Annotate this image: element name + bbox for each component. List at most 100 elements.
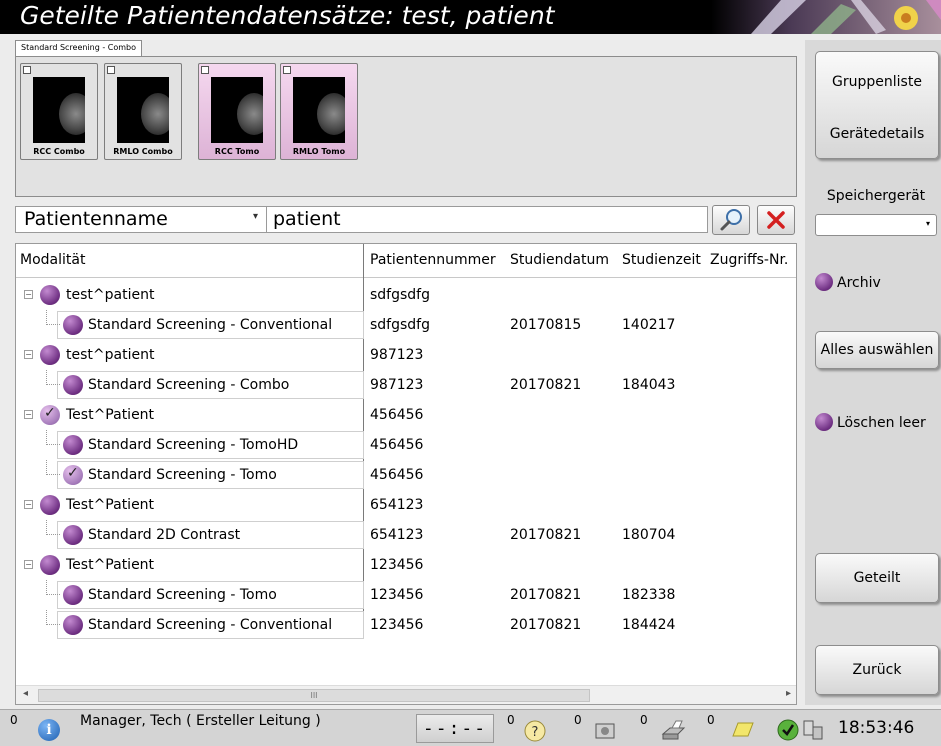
status-ball-icon[interactable] xyxy=(63,525,83,545)
status-ball-icon[interactable] xyxy=(63,315,83,335)
device-details-button[interactable]: Gerätedetails xyxy=(816,126,938,142)
mammogram-image xyxy=(117,77,169,143)
tree-collapse-icon[interactable]: − xyxy=(24,410,33,419)
study-date: 20170821 xyxy=(510,377,582,393)
status-ball-icon[interactable] xyxy=(40,495,60,515)
table-row[interactable]: Standard Screening - Combo 987123 20170821… xyxy=(16,370,796,400)
search-button[interactable] xyxy=(712,205,750,235)
thumbnail-rcc-tomo[interactable]: RCC Tomo xyxy=(198,63,276,160)
tree-collapse-icon[interactable]: − xyxy=(24,560,33,569)
patient-name: Test^Patient xyxy=(66,497,155,513)
select-all-button[interactable]: Alles auswählen xyxy=(815,331,939,369)
notes-count: 0 xyxy=(707,713,715,727)
study-date: 20170821 xyxy=(510,587,582,603)
thumbnail-rcc-combo[interactable]: RCC Combo xyxy=(20,63,98,160)
clear-search-button[interactable] xyxy=(757,205,795,235)
mammogram-image xyxy=(33,77,85,143)
table-row[interactable]: − ✓ Test^Patient 456456 xyxy=(16,400,796,430)
patient-number: 654123 xyxy=(370,497,424,513)
column-header-modality[interactable]: Modalität xyxy=(16,244,85,277)
check-status-icon[interactable] xyxy=(775,718,801,742)
patient-number: 456456 xyxy=(370,467,424,483)
table-row[interactable]: Standard 2D Contrast 654123 20170821 180704 xyxy=(16,520,796,550)
table-row[interactable]: Standard Screening - Tomo 123456 20170821 1… xyxy=(16,580,796,610)
column-header-patient-number[interactable]: Patientennummer xyxy=(366,244,496,277)
tree-collapse-icon[interactable]: − xyxy=(24,500,33,509)
status-ball-icon[interactable] xyxy=(40,345,60,365)
patient-number: 654123 xyxy=(370,527,424,543)
mammogram-image xyxy=(211,77,263,143)
scroll-right-arrow-icon[interactable]: ▸ xyxy=(786,688,791,699)
status-ball-icon[interactable] xyxy=(63,615,83,635)
tree-connector xyxy=(46,370,60,385)
horizontal-scrollbar[interactable]: ◂ III ▸ xyxy=(16,685,796,704)
status-ball-icon[interactable] xyxy=(63,375,83,395)
close-icon xyxy=(767,211,785,229)
back-button[interactable]: Zurück xyxy=(815,645,939,695)
mammogram-image xyxy=(293,77,345,143)
storage-device-label: Speichergerät xyxy=(826,188,926,204)
group-list-button[interactable]: Gruppenliste xyxy=(816,74,938,90)
study-time: 184043 xyxy=(622,377,676,393)
media-icon[interactable] xyxy=(592,718,618,742)
patient-number: sdfgsdfg xyxy=(370,287,430,303)
flower-banner-image xyxy=(711,0,941,34)
patient-number: sdfgsdfg xyxy=(370,317,430,333)
shared-button[interactable]: Geteilt xyxy=(815,553,939,603)
storage-device-select[interactable]: ▾ xyxy=(815,214,937,236)
column-header-accession-number[interactable]: Zugriffs-Nr. xyxy=(706,244,788,277)
thumbnail-checkbox[interactable] xyxy=(201,66,209,74)
search-field-select[interactable]: Patientenname ▾ xyxy=(15,206,267,233)
thumbnail-rmlo-combo[interactable]: RMLO Combo xyxy=(104,63,182,160)
thumbnail-checkbox[interactable] xyxy=(107,66,115,74)
study-date: 20170821 xyxy=(510,527,582,543)
scrollbar-thumb[interactable]: III xyxy=(38,689,590,702)
notes-icon[interactable] xyxy=(730,718,756,742)
table-row[interactable]: Standard Screening - Conventional sdfgsdf… xyxy=(16,310,796,340)
table-row[interactable]: − Test^Patient 123456 xyxy=(16,550,796,580)
status-ball-icon[interactable] xyxy=(63,435,83,455)
network-icon[interactable] xyxy=(800,718,826,742)
search-input[interactable]: patient xyxy=(266,206,708,233)
radio-icon xyxy=(815,273,833,291)
patient-name: test^patient xyxy=(66,287,155,303)
delete-empty-radio[interactable]: Löschen leer xyxy=(815,413,926,431)
info-count: 0 xyxy=(10,713,18,727)
svg-text:?: ? xyxy=(532,725,539,740)
table-row[interactable]: − Test^Patient 654123 xyxy=(16,490,796,520)
tab-study[interactable]: Standard Screening - Combo xyxy=(15,40,143,57)
study-time: 184424 xyxy=(622,617,676,633)
tree-collapse-icon[interactable]: − xyxy=(24,290,33,299)
thumbnail-checkbox[interactable] xyxy=(23,66,31,74)
status-bar: 0 i Manager, Tech ( Ersteller Leitung ) … xyxy=(0,709,941,746)
patient-number: 987123 xyxy=(370,377,424,393)
status-ball-icon[interactable] xyxy=(40,555,60,575)
archive-radio[interactable]: Archiv xyxy=(815,273,881,291)
info-icon[interactable]: i xyxy=(38,719,60,741)
printer-count: 0 xyxy=(640,713,648,727)
table-row[interactable]: − test^patient sdfgsdfg xyxy=(16,280,796,310)
help-icon[interactable]: ? xyxy=(522,718,548,742)
tree-connector xyxy=(46,430,60,445)
selected-status-icon[interactable]: ✓ xyxy=(63,465,83,485)
tree-connector xyxy=(46,460,60,475)
status-ball-icon[interactable] xyxy=(63,585,83,605)
thumbnail-rmlo-tomo[interactable]: RMLO Tomo xyxy=(280,63,358,160)
table-row[interactable]: ✓ Standard Screening - Tomo 456456 xyxy=(16,460,796,490)
column-header-study-date[interactable]: Studiendatum xyxy=(506,244,609,277)
search-field-value: Patientenname xyxy=(24,208,168,230)
printer-icon[interactable] xyxy=(660,718,686,742)
table-row[interactable]: Standard Screening - Conventional 123456 2… xyxy=(16,610,796,640)
study-name: Standard Screening - Tomo xyxy=(88,467,277,483)
tree-collapse-icon[interactable]: − xyxy=(24,350,33,359)
status-ball-icon[interactable] xyxy=(40,285,60,305)
table-row[interactable]: Standard Screening - TomoHD 456456 xyxy=(16,430,796,460)
patient-table: Modalität Patientennummer Studiendatum S… xyxy=(15,243,797,705)
column-header-study-time[interactable]: Studienzeit xyxy=(618,244,701,277)
table-row[interactable]: − test^patient 987123 xyxy=(16,340,796,370)
clock: 18:53:46 xyxy=(838,718,915,738)
patient-number: 987123 xyxy=(370,347,424,363)
selected-status-icon[interactable]: ✓ xyxy=(40,405,60,425)
thumbnail-checkbox[interactable] xyxy=(283,66,291,74)
scroll-left-arrow-icon[interactable]: ◂ xyxy=(23,688,28,699)
